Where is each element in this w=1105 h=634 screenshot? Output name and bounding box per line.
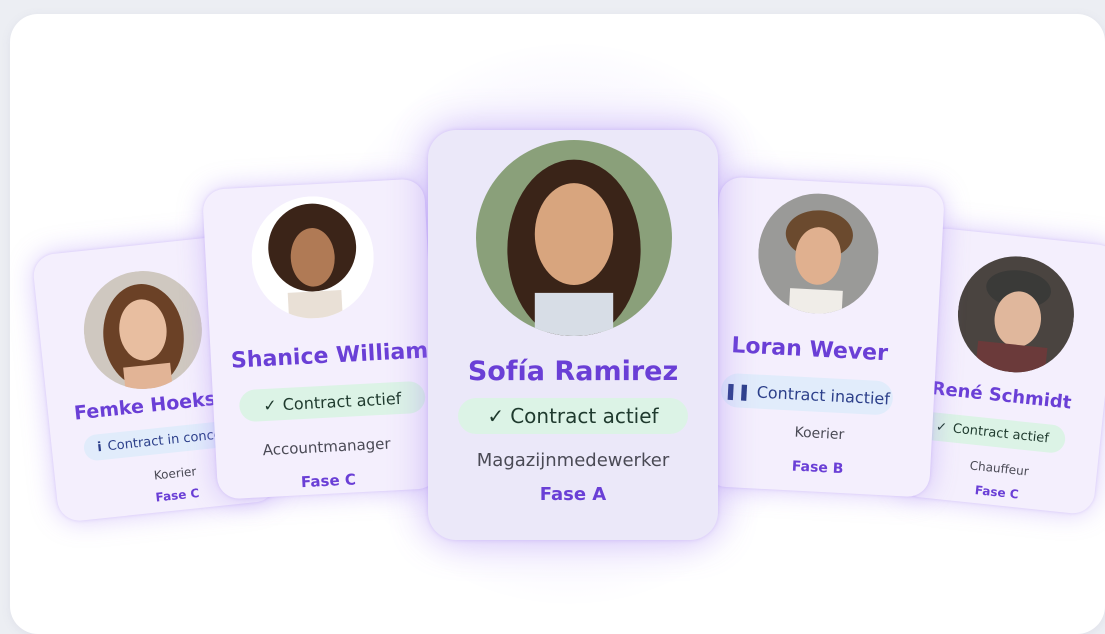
employee-role: Koerier (794, 424, 845, 444)
status-badge: ✓ Contract actief (458, 398, 688, 434)
status-label: Contract inactief (756, 382, 891, 408)
employee-name: René Schmidt (930, 378, 1073, 414)
avatar (952, 250, 1080, 379)
check-icon: ✓ (262, 394, 278, 415)
employee-name: Sofía Ramirez (467, 356, 679, 387)
employee-role: Accountmanager (262, 434, 392, 460)
employee-card-shanice[interactable]: Shanice Williams ✓ Contract actief Accou… (202, 178, 442, 500)
status-badge: ❚❚ Contract inactief (720, 372, 894, 416)
employee-card-sofia[interactable]: Sofía Ramirez ✓ Contract actief Magazijn… (428, 130, 718, 540)
employee-phase: Fase B (791, 458, 844, 478)
profile-cards-panel: Femke Hoekstr i Contract in concep Koeri… (10, 14, 1105, 634)
info-icon: i (96, 439, 103, 455)
avatar (248, 193, 377, 322)
check-icon: ✓ (487, 404, 505, 428)
status-badge: ✓ Contract actief (238, 380, 426, 423)
avatar (78, 265, 208, 395)
status-label: Contract actief (282, 388, 402, 414)
status-label: Contract in concep (106, 426, 231, 454)
employee-name: Loran Wever (730, 333, 889, 367)
status-label: Contract actief (952, 420, 1050, 446)
avatar (476, 140, 672, 336)
avatar (755, 190, 882, 317)
employee-card-loran[interactable]: Loran Wever ❚❚ Contract inactief Koerier… (704, 176, 945, 498)
pause-icon: ❚❚ (723, 380, 752, 401)
employee-role: Magazijnmedewerker (476, 450, 670, 471)
employee-phase: Fase A (539, 484, 607, 505)
check-icon: ✓ (935, 419, 948, 436)
status-badge: ✓ Contract actief (918, 411, 1067, 455)
status-label: Contract actief (510, 404, 659, 428)
employee-name: Shanice Williams (230, 337, 442, 374)
